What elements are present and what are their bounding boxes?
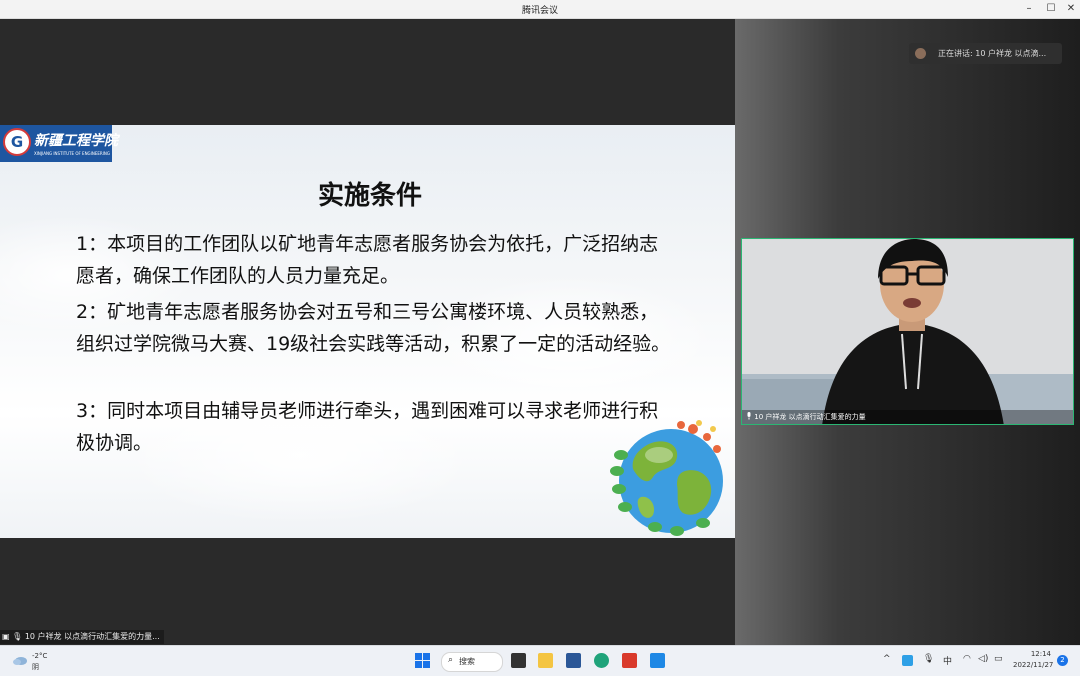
microphone-tray-icon[interactable]: 🎙 [923, 654, 934, 664]
participant-video-tile[interactable]: 10 户祥龙 以点滴行动汇集爱的力量 [741, 238, 1074, 425]
globe-illustration [610, 420, 723, 536]
search-label: 搜索 [459, 657, 475, 666]
slide-paragraph-1: 1：本项目的工作团队以矿地青年志愿者服务协会为依托，广泛招纳志愿者，确保工作团队… [76, 233, 659, 287]
participant-name: 10 户祥龙 以点滴行动汇集爱的力量 [754, 413, 866, 421]
mic-icon: 🎙 [12, 632, 23, 641]
presentation-slide: G 新疆工程学院 XINJIANG INSTITUTE OF ENGINEERI… [0, 125, 735, 538]
volume-icon[interactable]: ◁) [978, 654, 988, 664]
logo-cn-text: 新疆工程学院 [34, 133, 118, 149]
participant-video [742, 239, 1073, 424]
tray-chevron-icon[interactable]: ^ [883, 654, 891, 664]
speaker-name: 10 户祥龙 以点滴行动汇集爱的力量... [24, 632, 160, 641]
weather-temp: -2°C [32, 652, 48, 660]
ime-indicator[interactable]: 中 [943, 654, 952, 667]
slide-title: 实施条件 [317, 181, 422, 211]
logo-en-text: XINJIANG INSTITUTE OF ENGINEERING [34, 151, 110, 156]
current-speaker-bar: ▣ 🎙 10 户祥龙 以点滴行动汇集爱的力量... [0, 630, 164, 644]
slide-paragraph-2: 2：矿地青年志愿者服务协会对五号和三号公寓楼环境、人员较熟悉，组织过学院微马大赛… [76, 301, 671, 355]
wps-icon[interactable] [622, 653, 637, 668]
battery-icon[interactable]: ▭ [994, 654, 1003, 664]
taskbar: -2°C 阴 ⌕ 搜索 ^ 🎙 中 ◠ ◁) ▭ 12:14 2022/11/2… [0, 645, 1080, 676]
tray-app-icon[interactable] [902, 655, 913, 666]
speaking-text: 正在讲话: 10 户祥龙 以点滴... [938, 49, 1047, 58]
windows-start-icon[interactable] [415, 653, 430, 668]
notification-badge[interactable]: 2 [1057, 655, 1068, 666]
slide-paragraph-3: 3：同时本项目由辅导员老师进行牵头，遇到困难可以寻求老师进行积极协调。 [76, 400, 659, 454]
edge-icon[interactable] [594, 653, 609, 668]
taskbar-search[interactable]: ⌕ 搜索 [441, 652, 503, 672]
participant-caption: 10 户祥龙 以点滴行动汇集爱的力量 [742, 410, 1073, 424]
file-explorer-icon[interactable] [538, 653, 553, 668]
clock-date[interactable]: 2022/11/27 [1013, 661, 1053, 669]
clock-time[interactable]: 12:14 [1030, 650, 1051, 658]
window-title: 腾讯会议 [521, 6, 558, 16]
emblem-icon: G [3, 128, 31, 156]
speaking-indicator[interactable]: 正在讲话: 10 户祥龙 以点滴... [909, 43, 1062, 64]
task-view-icon[interactable] [511, 653, 526, 668]
cloud-icon[interactable] [12, 654, 28, 666]
search-icon: ⌕ [448, 655, 454, 665]
maximize-button[interactable]: ☐ [1040, 0, 1062, 18]
word-icon[interactable] [566, 653, 581, 668]
mic-icon [747, 412, 751, 420]
screen-share-icon: ▣ [2, 632, 10, 641]
speaker-avatar-icon [915, 48, 926, 59]
title-bar: 腾讯会议 – ☐ ✕ [0, 0, 1080, 19]
wifi-icon[interactable]: ◠ [963, 654, 971, 664]
minimize-button[interactable]: – [1018, 0, 1040, 18]
tencent-meeting-icon[interactable] [650, 653, 665, 668]
close-button[interactable]: ✕ [1060, 0, 1080, 18]
weather-condition: 阴 [32, 663, 39, 671]
school-logo: G 新疆工程学院 XINJIANG INSTITUTE OF ENGINEERI… [0, 125, 118, 162]
